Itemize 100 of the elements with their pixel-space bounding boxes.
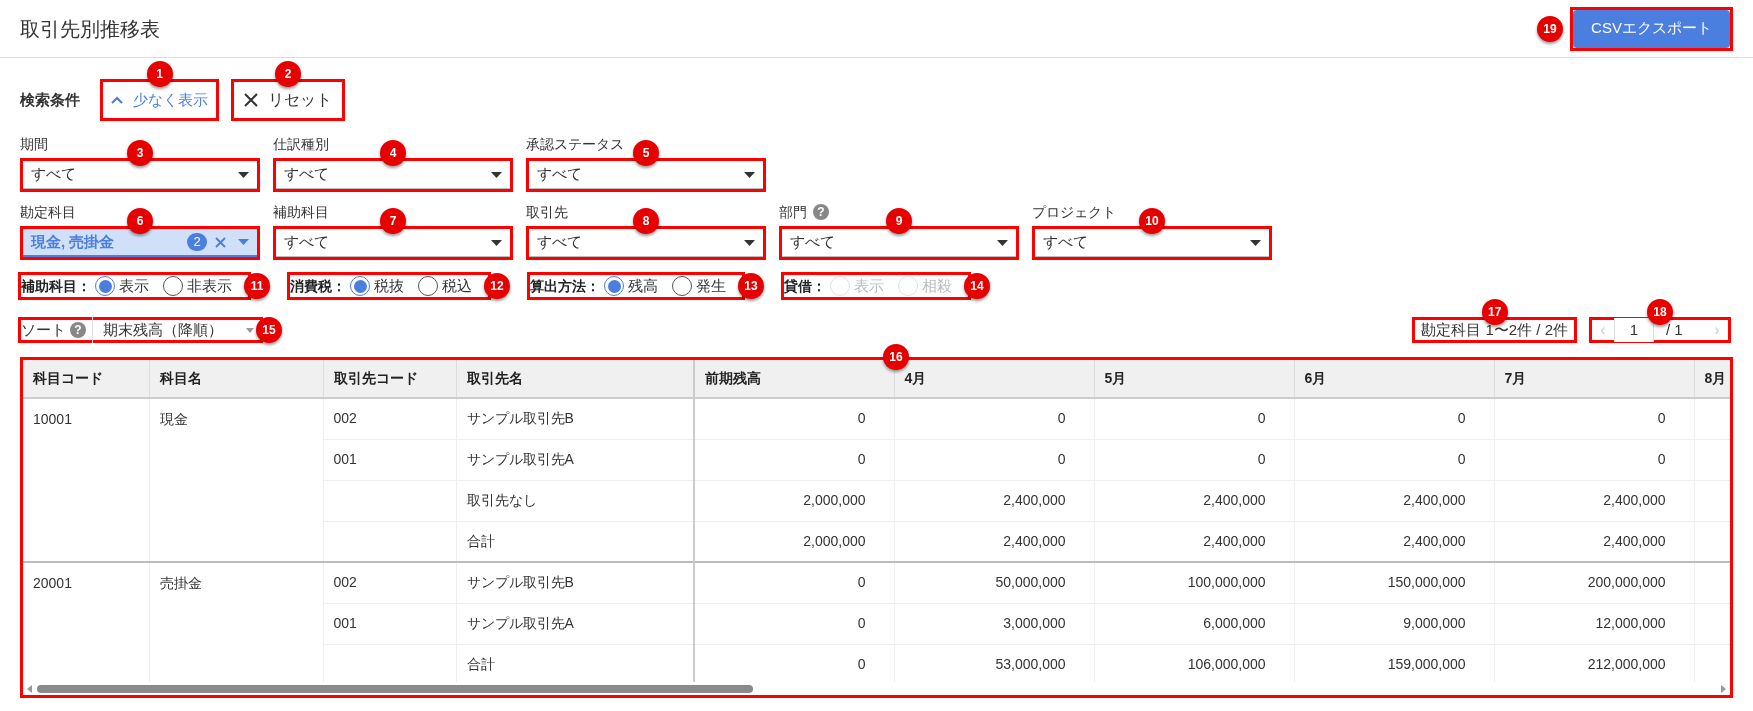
reset-button[interactable]: リセット bbox=[234, 82, 342, 118]
table-cell: 002 bbox=[323, 562, 456, 603]
select-value: すべて bbox=[1043, 232, 1088, 253]
column-header: 5月 bbox=[1094, 360, 1294, 398]
radio-button[interactable] bbox=[418, 276, 438, 296]
table-cell: 0 bbox=[694, 603, 894, 644]
caret-icon bbox=[744, 239, 755, 246]
group-label: 算出方法： bbox=[530, 276, 600, 296]
table-cell: サンプル取引先B bbox=[456, 398, 694, 439]
scrollbar-thumb[interactable] bbox=[37, 685, 753, 693]
select-value: すべて bbox=[284, 232, 329, 253]
show-less-link[interactable]: 少なく表示 bbox=[103, 82, 216, 118]
annotation-badge: 8 bbox=[633, 208, 659, 234]
annotation-badge: 15 bbox=[256, 317, 282, 343]
group-label: 貸借： bbox=[784, 276, 826, 296]
table-cell: 9,000,000 bbox=[1294, 603, 1494, 644]
select-value: すべて bbox=[537, 164, 582, 185]
table-cell: 001 bbox=[323, 603, 456, 644]
scroll-right-arrow-icon[interactable] bbox=[1721, 685, 1726, 693]
count-badge: 2 bbox=[187, 233, 207, 251]
field-label: 承認ステータス bbox=[526, 134, 624, 154]
annotation-badge: 2 bbox=[275, 61, 301, 87]
table-cell: 0 bbox=[694, 398, 894, 439]
table-cell: 0 bbox=[1494, 439, 1694, 480]
caret-icon bbox=[997, 239, 1008, 246]
table-cell: 002 bbox=[323, 398, 456, 439]
page-title: 取引先別推移表 bbox=[20, 16, 160, 42]
table-cell: サンプル取引先B bbox=[456, 562, 694, 603]
radio-button[interactable] bbox=[95, 276, 115, 296]
annotation-badge: 7 bbox=[380, 208, 406, 234]
table-cell: 0 bbox=[894, 439, 1094, 480]
field-label: 補助科目 bbox=[273, 202, 329, 222]
annotation-badge: 6 bbox=[127, 208, 153, 234]
annotation-badge: 19 bbox=[1537, 15, 1563, 42]
radio-label: 非表示 bbox=[187, 275, 232, 296]
table-cell: 0 bbox=[694, 439, 894, 480]
chevron-up-icon bbox=[111, 96, 123, 104]
radio-label: 発生 bbox=[696, 275, 726, 296]
multi-select-field[interactable]: 現金, 売掛金 2 bbox=[23, 229, 257, 257]
sort-label: ソート bbox=[21, 319, 66, 340]
group-label: 消費税： bbox=[290, 276, 346, 296]
column-header: 科目コード bbox=[23, 360, 149, 398]
radio-button[interactable] bbox=[604, 276, 624, 296]
radio-button[interactable] bbox=[350, 276, 370, 296]
table-cell: 2,400,000 bbox=[1494, 521, 1694, 562]
column-header: 7月 bbox=[1494, 360, 1694, 398]
column-header: 科目名 bbox=[149, 360, 323, 398]
table-cell: 12,000,000 bbox=[1494, 603, 1694, 644]
clear-icon[interactable] bbox=[215, 236, 226, 248]
page-input[interactable]: 1 bbox=[1614, 318, 1654, 342]
radio-label: 税込 bbox=[442, 275, 472, 296]
table-cell: 100,000,000 bbox=[1094, 562, 1294, 603]
caret-icon bbox=[744, 171, 755, 178]
annotation-badge: 16 bbox=[883, 344, 909, 370]
table-cell: 50,000,000 bbox=[894, 562, 1094, 603]
table-cell: 2,400,000 bbox=[1094, 521, 1294, 562]
group-label: 補助科目： bbox=[21, 276, 91, 296]
caret-icon bbox=[238, 171, 249, 178]
field-label: プロジェクト bbox=[1032, 202, 1116, 222]
table-cell: 2,400,000 bbox=[1494, 480, 1694, 521]
table-cell: サンプル取引先A bbox=[456, 439, 694, 480]
table-cell: 3,000,000 bbox=[894, 603, 1094, 644]
radio-label: 残高 bbox=[628, 275, 658, 296]
table-cell: 150,000,000 bbox=[1294, 562, 1494, 603]
radio-button[interactable] bbox=[672, 276, 692, 296]
select-value: すべて bbox=[31, 164, 76, 185]
radio-button[interactable] bbox=[163, 276, 183, 296]
column-header: 8月 bbox=[1694, 360, 1730, 398]
annotation-badge: 10 bbox=[1139, 208, 1165, 234]
table-cell: 2,000,000 bbox=[694, 521, 894, 562]
radio-label: 税抜 bbox=[374, 275, 404, 296]
table-cell: 現金 bbox=[149, 398, 323, 562]
annotation-badge: 4 bbox=[380, 140, 406, 166]
annotation-badge: 13 bbox=[738, 273, 764, 299]
select-value: すべて bbox=[537, 232, 582, 253]
caret-icon bbox=[491, 239, 502, 246]
annotation-badge: 3 bbox=[127, 140, 153, 166]
annotation-badge: 18 bbox=[1647, 299, 1673, 325]
table-cell: 0 bbox=[1094, 398, 1294, 439]
table-cell: 0 bbox=[894, 398, 1094, 439]
field-label: 部門 bbox=[779, 202, 807, 222]
scroll-left-arrow-icon[interactable] bbox=[27, 685, 32, 693]
caret-icon bbox=[238, 239, 249, 245]
field-label: 仕訳種別 bbox=[273, 134, 329, 154]
radio-label: 相殺 bbox=[922, 275, 952, 296]
table-cell: 合計 bbox=[456, 521, 694, 562]
help-icon[interactable]: ? bbox=[813, 204, 829, 220]
field-label: 勘定科目 bbox=[20, 202, 76, 222]
table-cell: サンプル取引先A bbox=[456, 603, 694, 644]
annotation-badge: 17 bbox=[1481, 299, 1508, 325]
csv-export-button[interactable]: CSVエクスポート bbox=[1573, 9, 1730, 48]
column-header: 取引先名 bbox=[456, 360, 694, 398]
caret-icon bbox=[246, 327, 254, 333]
select-value: すべて bbox=[790, 232, 835, 253]
caret-icon bbox=[1250, 239, 1261, 246]
section-heading: 検索条件 bbox=[20, 89, 80, 110]
help-icon[interactable]: ? bbox=[70, 322, 86, 338]
table-cell: 200,000,000 bbox=[1494, 562, 1694, 603]
select-value: 現金, 売掛金 bbox=[31, 231, 116, 252]
table-cell: 0 bbox=[1094, 439, 1294, 480]
